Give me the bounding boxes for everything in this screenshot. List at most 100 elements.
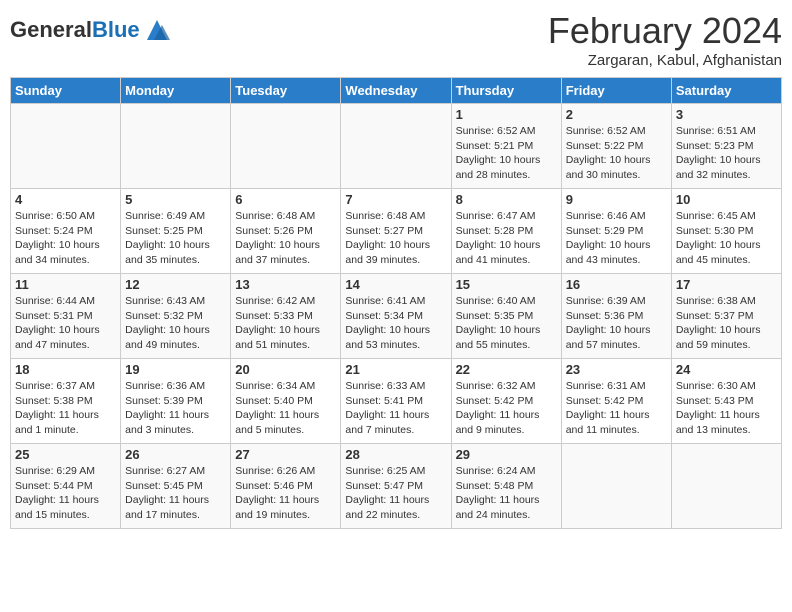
calendar-cell: 27Sunrise: 6:26 AMSunset: 5:46 PMDayligh… [231, 444, 341, 529]
calendar-cell: 17 Sunrise: 6:38 AMSunset: 5:37 PMDayligh… [671, 274, 781, 359]
calendar-cell: 13 Sunrise: 6:42 AMSunset: 5:33 PMDayligh… [231, 274, 341, 359]
day-number: 13 [235, 277, 336, 292]
calendar-cell [671, 444, 781, 529]
calendar-cell: 25 Sunrise: 6:29 AMSunset: 5:44 PMDayligh… [11, 444, 121, 529]
calendar-week-5: 25 Sunrise: 6:29 AMSunset: 5:44 PMDayligh… [11, 444, 782, 529]
calendar-cell: 18 Sunrise: 6:37 AMSunset: 5:38 PMDayligh… [11, 359, 121, 444]
day-info: Sunrise: 6:43 AMSunset: 5:32 PMDaylight:… [125, 294, 226, 353]
calendar-cell: 7Sunrise: 6:48 AMSunset: 5:27 PMDaylight… [341, 189, 451, 274]
day-info: Sunrise: 6:34 AMSunset: 5:40 PMDaylight:… [235, 379, 336, 438]
calendar-cell: 6 Sunrise: 6:48 AMSunset: 5:26 PMDaylight… [231, 189, 341, 274]
day-info: Sunrise: 6:29 AMSunset: 5:44 PMDaylight:… [15, 464, 116, 523]
calendar-cell: 10 Sunrise: 6:45 AMSunset: 5:30 PMDayligh… [671, 189, 781, 274]
day-info: Sunrise: 6:49 AMSunset: 5:25 PMDaylight:… [125, 209, 226, 268]
logo: GeneralBlue [10, 15, 172, 45]
calendar-cell: 24 Sunrise: 6:30 AMSunset: 5:43 PMDayligh… [671, 359, 781, 444]
day-number: 7 [345, 192, 446, 207]
day-number: 3 [676, 107, 777, 122]
day-number: 10 [676, 192, 777, 207]
day-number: 4 [15, 192, 116, 207]
calendar-cell: 11Sunrise: 6:44 AMSunset: 5:31 PMDayligh… [11, 274, 121, 359]
calendar-cell: 8 Sunrise: 6:47 AMSunset: 5:28 PMDaylight… [451, 189, 561, 274]
calendar-cell: 22 Sunrise: 6:32 AMSunset: 5:42 PMDayligh… [451, 359, 561, 444]
day-info: Sunrise: 6:42 AMSunset: 5:33 PMDaylight:… [235, 294, 336, 353]
calendar-cell [231, 104, 341, 189]
day-number: 15 [456, 277, 557, 292]
day-header-thursday: Thursday [451, 78, 561, 104]
day-info: Sunrise: 6:30 AMSunset: 5:43 PMDaylight:… [676, 379, 777, 438]
day-number: 19 [125, 362, 226, 377]
logo-icon [142, 15, 172, 45]
day-info: Sunrise: 6:44 AMSunset: 5:31 PMDaylight:… [15, 294, 116, 353]
calendar-header-row: SundayMondayTuesdayWednesdayThursdayFrid… [11, 78, 782, 104]
calendar-cell: 4 Sunrise: 6:50 AMSunset: 5:24 PMDaylight… [11, 189, 121, 274]
day-info: Sunrise: 6:50 AMSunset: 5:24 PMDaylight:… [15, 209, 116, 268]
calendar-cell: 21 Sunrise: 6:33 AMSunset: 5:41 PMDayligh… [341, 359, 451, 444]
calendar-cell: 2 Sunrise: 6:52 AMSunset: 5:22 PMDaylight… [561, 104, 671, 189]
calendar-cell: 14 Sunrise: 6:41 AMSunset: 5:34 PMDayligh… [341, 274, 451, 359]
day-info: Sunrise: 6:40 AMSunset: 5:35 PMDaylight:… [456, 294, 557, 353]
day-info: Sunrise: 6:33 AMSunset: 5:41 PMDaylight:… [345, 379, 446, 438]
day-header-wednesday: Wednesday [341, 78, 451, 104]
day-info: Sunrise: 6:25 AMSunset: 5:47 PMDaylight:… [345, 464, 446, 523]
day-info: Sunrise: 6:51 AMSunset: 5:23 PMDaylight:… [676, 124, 777, 183]
day-number: 23 [566, 362, 667, 377]
day-number: 21 [345, 362, 446, 377]
day-number: 24 [676, 362, 777, 377]
day-info: Sunrise: 6:37 AMSunset: 5:38 PMDaylight:… [15, 379, 116, 438]
calendar-week-2: 4 Sunrise: 6:50 AMSunset: 5:24 PMDaylight… [11, 189, 782, 274]
day-number: 8 [456, 192, 557, 207]
day-number: 17 [676, 277, 777, 292]
day-info: Sunrise: 6:31 AMSunset: 5:42 PMDaylight:… [566, 379, 667, 438]
month-title: February 2024 [548, 10, 782, 52]
calendar-cell [121, 104, 231, 189]
day-number: 6 [235, 192, 336, 207]
day-number: 25 [15, 447, 116, 462]
day-info: Sunrise: 6:52 AMSunset: 5:22 PMDaylight:… [566, 124, 667, 183]
day-number: 22 [456, 362, 557, 377]
day-info: Sunrise: 6:45 AMSunset: 5:30 PMDaylight:… [676, 209, 777, 268]
calendar-cell: 28 Sunrise: 6:25 AMSunset: 5:47 PMDayligh… [341, 444, 451, 529]
day-number: 16 [566, 277, 667, 292]
logo-blue-text: Blue [92, 17, 140, 42]
day-info: Sunrise: 6:41 AMSunset: 5:34 PMDaylight:… [345, 294, 446, 353]
day-number: 20 [235, 362, 336, 377]
calendar-cell: 26 Sunrise: 6:27 AMSunset: 5:45 PMDayligh… [121, 444, 231, 529]
day-info: Sunrise: 6:38 AMSunset: 5:37 PMDaylight:… [676, 294, 777, 353]
day-number: 28 [345, 447, 446, 462]
day-number: 1 [456, 107, 557, 122]
day-info: Sunrise: 6:48 AMSunset: 5:26 PMDaylight:… [235, 209, 336, 268]
day-info: Sunrise: 6:27 AMSunset: 5:45 PMDaylight:… [125, 464, 226, 523]
calendar-cell: 19 Sunrise: 6:36 AMSunset: 5:39 PMDayligh… [121, 359, 231, 444]
day-info: Sunrise: 6:36 AMSunset: 5:39 PMDaylight:… [125, 379, 226, 438]
calendar-cell [341, 104, 451, 189]
day-info: Sunrise: 6:32 AMSunset: 5:42 PMDaylight:… [456, 379, 557, 438]
calendar-cell: 20 Sunrise: 6:34 AMSunset: 5:40 PMDayligh… [231, 359, 341, 444]
day-number: 26 [125, 447, 226, 462]
day-header-sunday: Sunday [11, 78, 121, 104]
calendar-week-4: 18 Sunrise: 6:37 AMSunset: 5:38 PMDayligh… [11, 359, 782, 444]
day-number: 18 [15, 362, 116, 377]
calendar-week-3: 11Sunrise: 6:44 AMSunset: 5:31 PMDayligh… [11, 274, 782, 359]
day-info: Sunrise: 6:47 AMSunset: 5:28 PMDaylight:… [456, 209, 557, 268]
calendar-cell: 5Sunrise: 6:49 AMSunset: 5:25 PMDaylight… [121, 189, 231, 274]
calendar-cell: 12 Sunrise: 6:43 AMSunset: 5:32 PMDayligh… [121, 274, 231, 359]
calendar-cell: 29Sunrise: 6:24 AMSunset: 5:48 PMDayligh… [451, 444, 561, 529]
day-number: 27 [235, 447, 336, 462]
calendar-week-1: 1Sunrise: 6:52 AMSunset: 5:21 PMDaylight… [11, 104, 782, 189]
day-number: 2 [566, 107, 667, 122]
day-header-tuesday: Tuesday [231, 78, 341, 104]
day-number: 12 [125, 277, 226, 292]
calendar-cell: 9Sunrise: 6:46 AMSunset: 5:29 PMDaylight… [561, 189, 671, 274]
calendar-cell: 16 Sunrise: 6:39 AMSunset: 5:36 PMDayligh… [561, 274, 671, 359]
day-number: 29 [456, 447, 557, 462]
title-block: February 2024 Zargaran, Kabul, Afghanist… [548, 10, 782, 69]
calendar-table: SundayMondayTuesdayWednesdayThursdayFrid… [10, 77, 782, 529]
day-info: Sunrise: 6:39 AMSunset: 5:36 PMDaylight:… [566, 294, 667, 353]
calendar-cell: 1Sunrise: 6:52 AMSunset: 5:21 PMDaylight… [451, 104, 561, 189]
day-info: Sunrise: 6:46 AMSunset: 5:29 PMDaylight:… [566, 209, 667, 268]
calendar-cell: 15 Sunrise: 6:40 AMSunset: 5:35 PMDayligh… [451, 274, 561, 359]
day-number: 14 [345, 277, 446, 292]
day-header-saturday: Saturday [671, 78, 781, 104]
location: Zargaran, Kabul, Afghanistan [548, 52, 782, 69]
